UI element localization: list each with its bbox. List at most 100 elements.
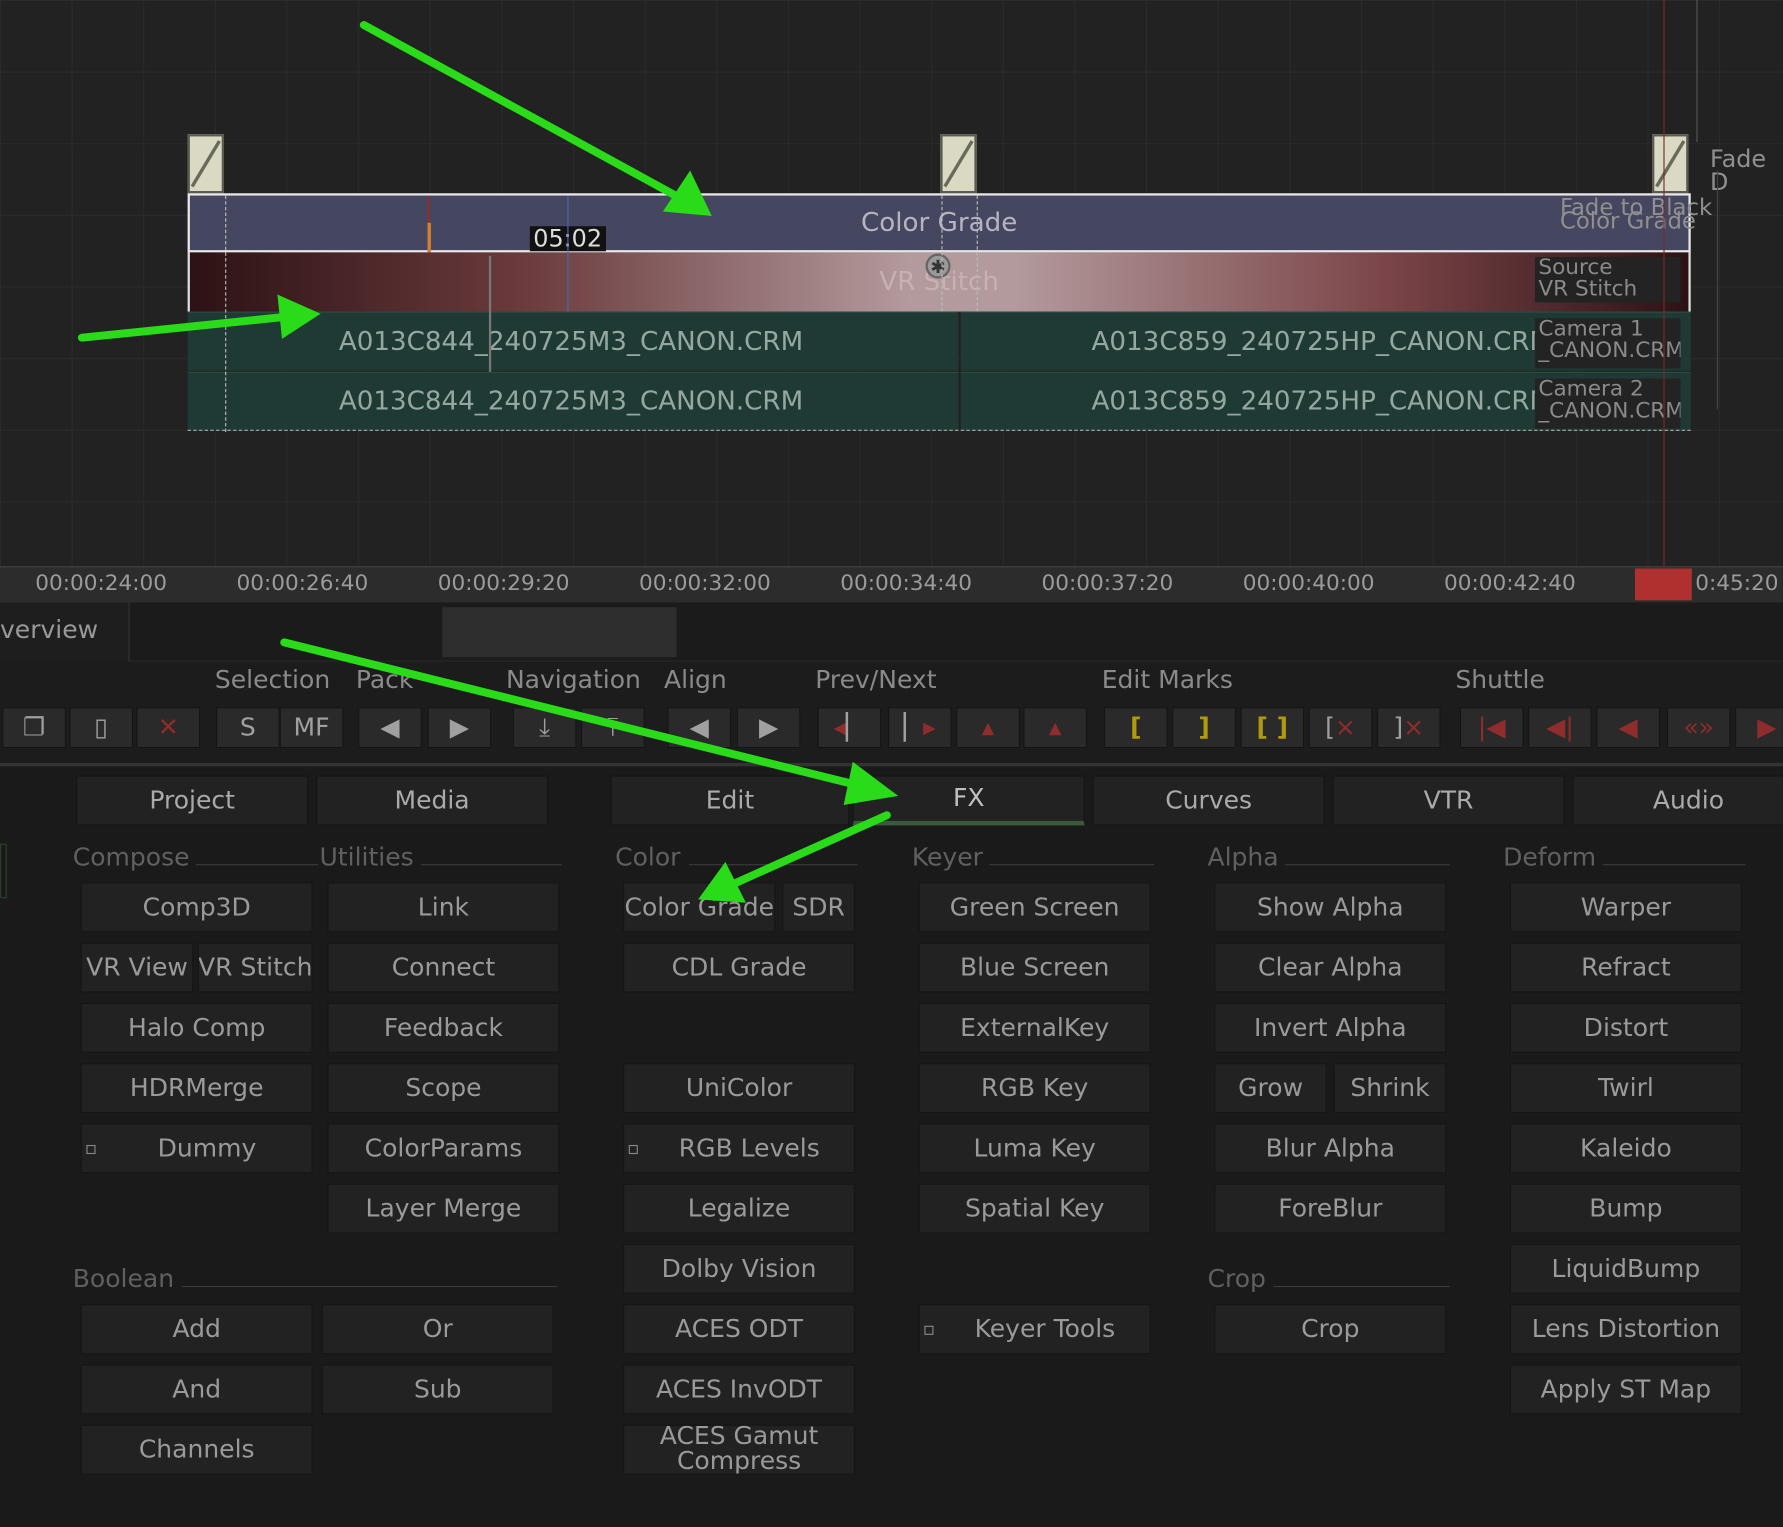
keyer-tools-button[interactable]: Keyer Tools [918, 1304, 1151, 1355]
or-button[interactable]: Or [321, 1304, 554, 1355]
unicolor-button[interactable]: UniColor [623, 1063, 856, 1114]
halo-comp-button[interactable]: Halo Comp [80, 1002, 313, 1053]
align-right-icon[interactable]: ▶ [736, 707, 801, 749]
vr-view-button[interactable]: VR View [80, 942, 194, 993]
time-ruler[interactable]: 00:00:24:00 00:00:26:40 00:00:29:20 00:0… [0, 566, 1783, 603]
scope-button[interactable]: Scope [327, 1063, 560, 1114]
overview-viewport[interactable] [442, 607, 677, 658]
prev-edit-icon[interactable]: ◂ ▏ [817, 707, 882, 749]
comp3d-button[interactable]: Comp3D [80, 882, 313, 933]
clear-in-icon[interactable]: [× [1308, 707, 1373, 749]
feedback-button[interactable]: Feedback [327, 1002, 560, 1053]
select-s-button[interactable]: S [216, 707, 280, 749]
layer-merge-button[interactable]: Layer Merge [327, 1183, 560, 1234]
shuttle-prev-frame-icon[interactable]: ◀| [1528, 707, 1592, 749]
delete-icon[interactable]: ✕ [136, 707, 201, 749]
overview-tab[interactable]: verview [0, 602, 130, 662]
gear-icon[interactable]: ✱ [925, 253, 951, 279]
tab-audio[interactable]: Audio [1572, 775, 1783, 826]
mark-out-icon[interactable]: ] [1172, 707, 1236, 749]
tab-media[interactable]: Media [316, 775, 549, 826]
add-button[interactable]: Add [80, 1304, 313, 1355]
paste-icon[interactable]: ▯ [69, 707, 134, 749]
externalkey-button[interactable]: ExternalKey [918, 1002, 1151, 1053]
clip-name: A013C859_240725HP_CANON.CRM [1091, 326, 1553, 357]
hdrmerge-button[interactable]: HDRMerge [80, 1063, 313, 1114]
tab-fx[interactable]: FX [852, 775, 1085, 826]
pack-right-icon[interactable]: ▶ [427, 707, 492, 749]
kaleido-button[interactable]: Kaleido [1509, 1123, 1742, 1174]
liquidbump-button[interactable]: LiquidBump [1509, 1243, 1742, 1294]
refract-button[interactable]: Refract [1509, 942, 1742, 993]
mark-in-icon[interactable]: [ [1104, 707, 1168, 749]
vr-stitch-button[interactable]: VR Stitch [197, 942, 313, 993]
camera2-sub: _CANON.CRM [1538, 397, 1681, 423]
connect-button[interactable]: Connect [327, 942, 560, 993]
and-button[interactable]: And [80, 1364, 313, 1415]
bump-button[interactable]: Bump [1509, 1183, 1742, 1234]
rgb-levels-button[interactable]: RGB Levels [623, 1123, 856, 1174]
apply-st-map-button[interactable]: Apply ST Map [1509, 1364, 1742, 1415]
blue-screen-button[interactable]: Blue Screen [918, 942, 1151, 993]
tab-vtr[interactable]: VTR [1332, 775, 1565, 826]
green-screen-button[interactable]: Green Screen [918, 882, 1151, 933]
dolby-vision-button[interactable]: Dolby Vision [623, 1243, 856, 1294]
mark-clip-icon[interactable]: [ ] [1240, 707, 1305, 749]
keyframe-marker[interactable] [1652, 134, 1689, 194]
twirl-button[interactable]: Twirl [1509, 1063, 1742, 1114]
nav-up-icon[interactable]: ⤒ [581, 707, 645, 749]
rgb-key-button[interactable]: RGB Key [918, 1063, 1151, 1114]
aces-invodt-button[interactable]: ACES InvODT [623, 1364, 856, 1415]
shuttle-play-icon[interactable]: ▶ [1735, 707, 1783, 749]
camera1-clip-a[interactable]: A013C844_240725M3_CANON.CRM [187, 311, 959, 371]
clear-alpha-button[interactable]: Clear Alpha [1214, 942, 1447, 993]
camera2-clip-a[interactable]: A013C844_240725M3_CANON.CRM [187, 371, 959, 431]
pack-left-icon[interactable]: ◀ [358, 707, 422, 749]
distort-button[interactable]: Distort [1509, 1002, 1742, 1053]
grow-button[interactable]: Grow [1214, 1063, 1327, 1114]
align-left-icon[interactable]: ◀ [667, 707, 732, 749]
color-grade-track[interactable]: Color Grade [187, 193, 1691, 253]
copy-icon[interactable]: ❐ [2, 707, 66, 749]
show-alpha-button[interactable]: Show Alpha [1214, 882, 1447, 933]
warper-button[interactable]: Warper [1509, 882, 1742, 933]
sdr-button[interactable]: SDR [782, 882, 856, 933]
shrink-button[interactable]: Shrink [1333, 1063, 1447, 1114]
next-edit-icon[interactable]: ▏ ▸ [887, 707, 952, 749]
link-button[interactable]: Link [327, 882, 560, 933]
luma-key-button[interactable]: Luma Key [918, 1123, 1151, 1174]
playhead-line[interactable] [567, 195, 569, 312]
channels-button[interactable]: Channels [80, 1424, 313, 1475]
spatial-key-button[interactable]: Spatial Key [918, 1183, 1151, 1234]
divider [689, 864, 858, 866]
clear-out-icon[interactable]: ] × [1376, 707, 1441, 749]
tab-project[interactable]: Project [76, 775, 309, 826]
tab-curves[interactable]: Curves [1092, 775, 1325, 826]
keyframe-marker[interactable] [187, 134, 224, 194]
prev-key-icon[interactable]: ▴ [956, 707, 1020, 749]
shuttle-loop-icon[interactable]: «» [1666, 707, 1731, 749]
aces-odt-button[interactable]: ACES ODT [623, 1304, 856, 1355]
tab-edit[interactable]: Edit [610, 775, 850, 826]
dummy-button[interactable]: Dummy [80, 1123, 313, 1174]
colorparams-button[interactable]: ColorParams [327, 1123, 560, 1174]
playhead-marker[interactable] [1635, 568, 1692, 601]
shuttle-start-icon[interactable]: |◀ [1459, 707, 1524, 749]
foreblur-button[interactable]: ForeBlur [1214, 1183, 1447, 1234]
cdl-grade-button[interactable]: CDL Grade [623, 942, 856, 993]
crop-button[interactable]: Crop [1214, 1304, 1447, 1355]
lens-distortion-button[interactable]: Lens Distortion [1509, 1304, 1742, 1355]
aces-gamut-compress-button[interactable]: ACES Gamut Compress [623, 1424, 856, 1475]
nav-down-icon[interactable]: ⤓ [512, 707, 577, 749]
shuttle-reverse-icon[interactable]: ◀ [1596, 707, 1661, 749]
invert-alpha-button[interactable]: Invert Alpha [1214, 1002, 1447, 1053]
next-key-icon[interactable]: ▴ [1023, 707, 1087, 749]
legalize-button[interactable]: Legalize [623, 1183, 856, 1234]
overview-bar: verview [0, 602, 1783, 662]
sub-button[interactable]: Sub [321, 1364, 554, 1415]
timeline-view[interactable]: Fade D Color Grade 05:02 Fade to Black C… [0, 0, 1783, 567]
color-grade-button[interactable]: Color Grade [623, 882, 776, 933]
blur-alpha-button[interactable]: Blur Alpha [1214, 1123, 1447, 1174]
select-mf-button[interactable]: MF [279, 707, 344, 749]
keyframe-marker[interactable] [940, 134, 977, 194]
